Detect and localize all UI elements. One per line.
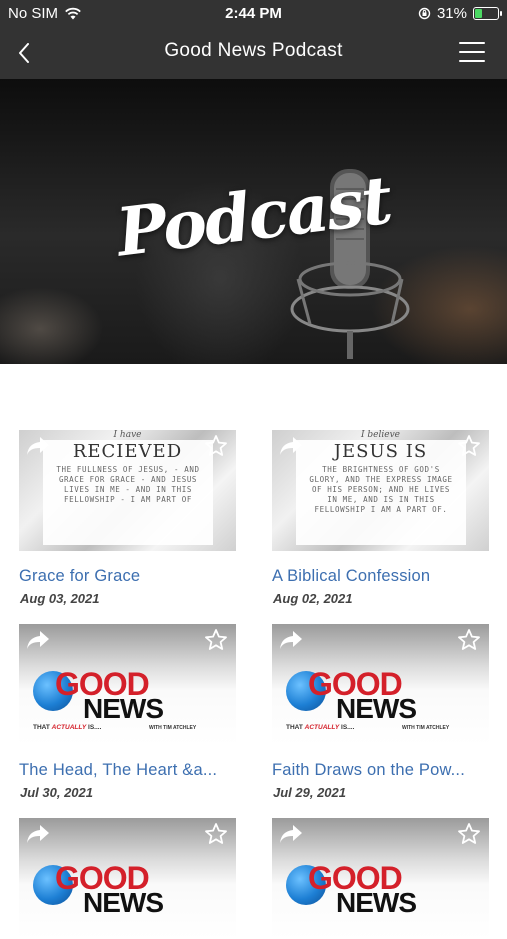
- good-news-logo: GOOD NEWS THAT ACTUALLY IS.... WITH TIM …: [29, 666, 229, 740]
- logo-tagline-b: IS....: [86, 724, 102, 731]
- episode-title[interactable]: Faith Draws on the Pow...: [272, 761, 489, 780]
- episode-date: Jul 30, 2021: [20, 785, 93, 800]
- thumbnail-text: THE FULLNESS OF JESUS, - AND GRACE FOR G…: [56, 465, 200, 504]
- episode-thumbnail[interactable]: GOOD NEWS: [272, 818, 489, 939]
- navigation-bar: Good News Podcast: [0, 28, 507, 79]
- logo-tagline: THAT ACTUALLY IS....: [286, 724, 354, 731]
- episode-thumbnail[interactable]: I have RECIEVED THE FULLNESS OF JESUS, -…: [19, 430, 236, 551]
- page-title: Good News Podcast: [164, 40, 343, 61]
- share-arrow-icon[interactable]: [25, 435, 51, 457]
- star-outline-icon[interactable]: [204, 434, 228, 458]
- share-arrow-icon[interactable]: [278, 629, 304, 651]
- share-arrow-icon[interactable]: [278, 823, 304, 845]
- battery-percent: 31%: [436, 5, 467, 22]
- episode-date: Jul 29, 2021: [273, 785, 346, 800]
- share-arrow-icon[interactable]: [278, 435, 304, 457]
- star-outline-icon[interactable]: [457, 628, 481, 652]
- hamburger-menu-icon: [459, 42, 485, 44]
- share-arrow-icon[interactable]: [25, 823, 51, 845]
- logo-tagline: THAT ACTUALLY IS....: [33, 724, 101, 731]
- orientation-lock-icon: [418, 7, 431, 20]
- logo-tagline-a: THAT: [286, 724, 305, 731]
- episode-thumbnail[interactable]: GOOD NEWS THAT ACTUALLY IS.... WITH TIM …: [19, 624, 236, 745]
- share-arrow-icon[interactable]: [25, 629, 51, 651]
- hero-banner: Podcast: [0, 79, 507, 364]
- battery-icon: [473, 7, 502, 20]
- star-outline-icon[interactable]: [457, 434, 481, 458]
- episode-thumbnail[interactable]: GOOD NEWS THAT ACTUALLY IS.... WITH TIM …: [272, 624, 489, 745]
- episode-thumbnail[interactable]: I believe JESUS IS THE BRIGHTNESS OF GOD…: [272, 430, 489, 551]
- logo-tagline-b: IS....: [339, 724, 355, 731]
- menu-button[interactable]: [459, 40, 485, 64]
- star-outline-icon[interactable]: [204, 628, 228, 652]
- good-news-logo: GOOD NEWS: [29, 860, 229, 934]
- logo-host: WITH TIM ATCHLEY: [402, 725, 450, 731]
- logo-word-news: NEWS: [83, 693, 164, 724]
- episode-date: Aug 03, 2021: [20, 591, 100, 606]
- star-outline-icon[interactable]: [457, 822, 481, 846]
- episode-title[interactable]: The Head, The Heart &a...: [19, 761, 236, 780]
- logo-tagline-em: ACTUALLY: [304, 724, 340, 731]
- hamburger-line: [459, 51, 485, 53]
- status-right: 31%: [418, 5, 502, 22]
- episode-title[interactable]: A Biblical Confession: [272, 567, 489, 586]
- star-outline-icon[interactable]: [204, 822, 228, 846]
- good-news-logo: GOOD NEWS: [282, 860, 482, 934]
- hamburger-line: [459, 60, 485, 62]
- episode-date: Aug 02, 2021: [273, 591, 353, 606]
- chevron-left-icon: [19, 43, 29, 63]
- logo-tagline-em: ACTUALLY: [51, 724, 87, 731]
- logo-word-news: NEWS: [83, 887, 164, 918]
- back-button[interactable]: [10, 38, 38, 68]
- logo-host: WITH TIM ATCHLEY: [149, 725, 197, 731]
- logo-word-news: NEWS: [336, 693, 417, 724]
- logo-word-news: NEWS: [336, 887, 417, 918]
- battery-fill: [475, 9, 483, 18]
- status-bar: No SIM 2:44 PM 31%: [0, 0, 507, 28]
- logo-tagline-a: THAT: [33, 724, 52, 731]
- episode-title[interactable]: Grace for Grace: [19, 567, 236, 586]
- thumbnail-text: THE BRIGHTNESS OF GOD'S GLORY, AND THE E…: [309, 465, 453, 514]
- good-news-logo: GOOD NEWS THAT ACTUALLY IS.... WITH TIM …: [282, 666, 482, 740]
- episode-thumbnail[interactable]: GOOD NEWS: [19, 818, 236, 939]
